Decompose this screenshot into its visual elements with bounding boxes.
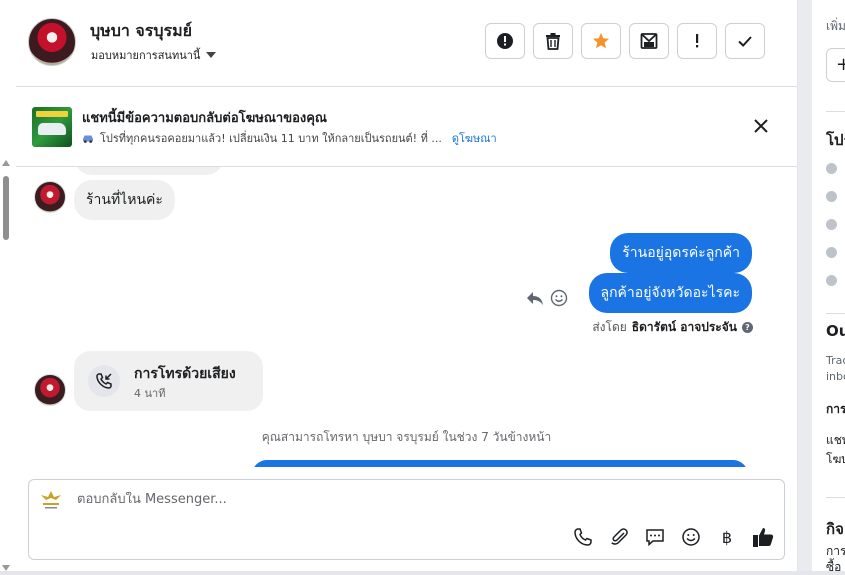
message-thread: ร้านที่ไหนค่ะ ร้านอยู่อุดรค่ะลูกค้า ลูกค… — [16, 167, 797, 467]
location-icon — [826, 247, 837, 258]
ad-banner-title: แชทนี้มีข้อความตอบกลับต่อโฆษณาของคุณ — [82, 111, 327, 126]
previous-message-bubble — [74, 167, 224, 175]
reply-icon[interactable] — [526, 290, 544, 306]
chat-source-1: แชท — [826, 433, 845, 447]
ad-reply-banner: แชทนี้มีข้อความตอบกลับต่อโฆษณาของคุณ โปร… — [16, 87, 797, 167]
sent-by-label: ส่งโดย ธิดารัตน์ อาจประจัน ? — [592, 318, 753, 337]
activity-heading: กิจ — [826, 520, 844, 538]
mark-unread-icon — [640, 33, 658, 49]
call-availability-notice: คุณสามารถโทรหา บุษบา จรบุรมย์ ในช่วง 7 ว… — [261, 430, 552, 444]
assign-conversation-dropdown[interactable]: มอบหมายการสนทนานี้ — [91, 46, 217, 64]
divider — [826, 111, 845, 112]
ad-thumbnail-text-strip — [36, 111, 68, 117]
outgoing-message[interactable]: ร้านอยู่อุดรค่ะลูกค้า — [610, 233, 752, 273]
work-icon — [826, 191, 837, 202]
saved-reply-icon[interactable] — [644, 526, 666, 548]
ad-preview-text: โปรที่ทุกคนรอคอยมาแล้ว! เปลี่ยนเงิน 11 บ… — [100, 132, 442, 145]
mark-unread-button[interactable] — [629, 23, 669, 59]
outcomes-subtext-1: Trac — [826, 354, 845, 367]
star-button[interactable] — [581, 23, 621, 59]
close-icon[interactable] — [751, 116, 771, 136]
mark-spam-icon — [497, 33, 513, 49]
composer-tools: ฿ — [572, 526, 774, 548]
panel-divider — [798, 0, 812, 575]
baht-payment-icon[interactable]: ฿ — [716, 526, 738, 548]
profile-heading: โปร — [826, 131, 845, 149]
activity-subtext-1: การ — [826, 544, 845, 558]
mark-done-icon — [738, 36, 752, 47]
clock-icon — [826, 163, 837, 174]
window-bottom-border — [0, 571, 845, 575]
scroll-up-arrow[interactable] — [2, 160, 10, 166]
delete-button[interactable] — [533, 23, 573, 59]
field-label: การ — [826, 402, 845, 416]
page-logo-icon — [41, 491, 61, 509]
chevron-down-icon — [206, 52, 217, 58]
education-icon — [826, 219, 837, 230]
phone-incoming-glyph — [96, 373, 112, 389]
contact-avatar-small[interactable] — [34, 181, 66, 213]
car-image — [38, 123, 66, 135]
sender-name: ธิดารัตน์ อาจประจัน — [631, 320, 737, 334]
incoming-message[interactable]: ร้านที่ไหนค่ะ — [74, 180, 175, 220]
voice-call-card[interactable]: การโทรด้วยเสียง 4 นาที — [74, 351, 263, 411]
contact-avatar-small[interactable] — [34, 374, 66, 406]
divider — [826, 497, 845, 498]
assign-label: มอบหมายการสนทนานี้ — [91, 49, 201, 62]
follow-up-icon — [696, 34, 699, 48]
chat-source-2: โฆษ — [826, 452, 845, 466]
missed-call-icon — [88, 365, 120, 397]
outcomes-heading: Ou — [826, 322, 845, 340]
conversation-header: บุษบา จรบุรมย์ มอบหมายการสนทนานี้ — [16, 0, 797, 87]
sent-by-prefix: ส่งโดย — [592, 320, 627, 334]
contact-avatar[interactable] — [28, 18, 76, 66]
hometown-icon — [826, 275, 837, 286]
inbox-app: บุษบา จรบุรมย์ มอบหมายการสนทนานี้ แชทนี้… — [0, 0, 845, 575]
reply-input[interactable] — [77, 492, 717, 507]
ad-preview-row: โปรที่ทุกคนรอคอยมาแล้ว! เปลี่ยนเงิน 11 บ… — [82, 129, 497, 147]
car-emoji-icon — [83, 135, 93, 143]
help-icon[interactable]: ? — [742, 322, 753, 333]
scroll-thumb[interactable] — [3, 176, 9, 240]
call-title: การโทรด้วยเสียง — [134, 366, 236, 382]
contact-name[interactable]: บุษบา จรบุรมย์ — [90, 19, 192, 44]
message-composer: ฿ — [28, 479, 785, 560]
outgoing-message[interactable]: ลูกค้าอยู่จังหวัดอะไรคะ — [588, 273, 752, 313]
attach-icon[interactable] — [608, 526, 630, 548]
mark-done-button[interactable] — [725, 23, 765, 59]
follow-up-button[interactable] — [677, 23, 717, 59]
left-scrollbar[interactable] — [0, 160, 12, 575]
add-button[interactable]: + — [826, 48, 845, 82]
emoji-icon[interactable] — [680, 526, 702, 548]
outcomes-subtext-2: inbo — [826, 370, 845, 383]
outgoing-message-partial[interactable] — [252, 460, 748, 467]
view-ad-link[interactable]: ดูโฆษณา — [452, 129, 497, 147]
like-icon[interactable] — [752, 526, 774, 548]
mark-spam-button[interactable] — [485, 23, 525, 59]
ad-thumbnail[interactable] — [32, 107, 72, 147]
trash-icon — [546, 33, 560, 50]
call-duration: 4 นาที — [134, 387, 166, 400]
star-icon — [593, 33, 609, 49]
divider — [826, 313, 845, 314]
message-actions — [526, 289, 568, 307]
react-emoji-icon[interactable] — [550, 289, 568, 307]
phone-icon[interactable] — [572, 526, 594, 548]
contact-details-panel: เพิ่ม + โปร Ou Trac inbo การ แชท โฆษ กิจ… — [797, 0, 845, 575]
add-label: เพิ่ม — [826, 19, 845, 33]
header-actions — [485, 23, 765, 59]
